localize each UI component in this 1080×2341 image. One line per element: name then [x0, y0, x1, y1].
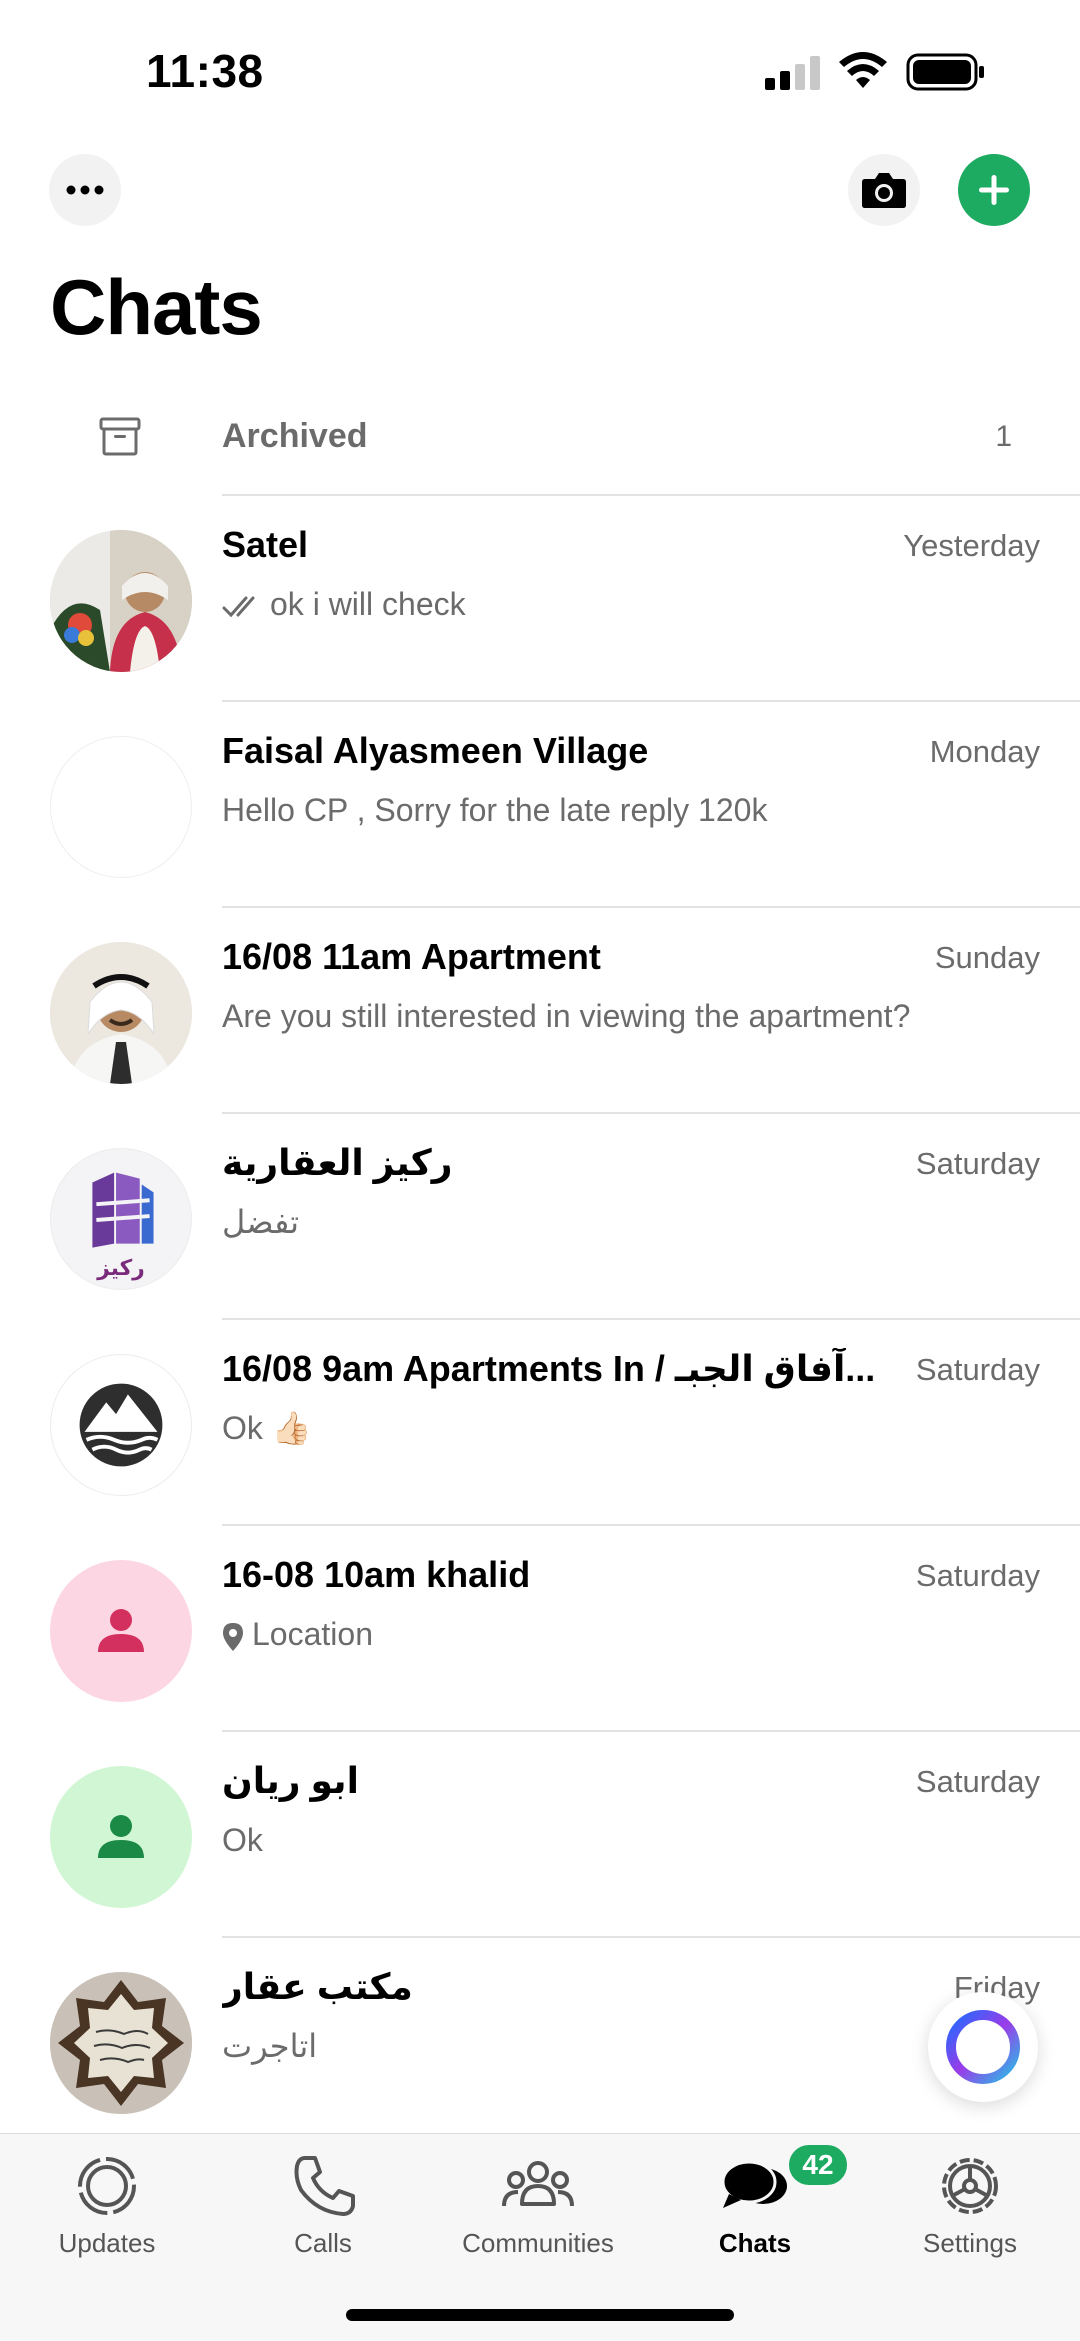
- cellular-signal-icon: [765, 56, 820, 90]
- person-icon: [98, 1815, 144, 1858]
- chat-name: Satel: [222, 524, 309, 565]
- mountain-logo-icon: [79, 1383, 163, 1467]
- archive-box-icon: [99, 417, 141, 456]
- chat-preview-text: ok i will check: [270, 586, 466, 622]
- chat-row[interactable]: 16/08 11am Apartment Sunday Are you stil…: [0, 908, 1080, 1114]
- chat-time: Saturday: [915, 1146, 1040, 1181]
- phone-icon: [294, 2156, 355, 2216]
- contact-photo: [50, 1972, 192, 2114]
- gear-icon: [942, 2158, 998, 2214]
- chat-preview: تفضل: [222, 1204, 300, 1240]
- chat-name: 16-08 10am khalid: [222, 1554, 531, 1595]
- avatar: [50, 1972, 192, 2114]
- chat-preview: Ok: [222, 1822, 263, 1858]
- chat-preview-text: Location: [252, 1616, 373, 1652]
- archived-label: Archived: [222, 417, 368, 455]
- new-chat-button[interactable]: [958, 154, 1030, 226]
- chat-time: Sunday: [934, 940, 1040, 975]
- chat-row[interactable]: ركيز ركيز العقارية Saturday تفضل: [0, 1114, 1080, 1320]
- chat-preview: Hello CP , Sorry for the late reply 120k: [222, 792, 768, 828]
- status-time: 11:38: [146, 45, 264, 97]
- rakeez-logo-text: ركيز: [96, 1256, 144, 1281]
- chats-icon: [721, 2160, 787, 2208]
- updates-icon: [78, 2157, 136, 2215]
- tab-label: Chats: [718, 2228, 792, 2258]
- tab-updates[interactable]: Updates: [7, 2152, 207, 2282]
- rakeez-logo: ركيز: [92, 1172, 154, 1281]
- chat-preview: اتاجرت: [222, 2028, 318, 2064]
- camera-icon: [862, 173, 906, 208]
- tab-label: Updates: [58, 2228, 156, 2258]
- chat-preview: ok i will check: [222, 578, 930, 630]
- ellipsis-icon: [66, 185, 104, 195]
- tab-communities[interactable]: Communities: [438, 2152, 638, 2282]
- avatar: [50, 1766, 192, 1908]
- chat-row[interactable]: مكتب عقار Friday اتاجرت: [0, 1938, 1080, 2144]
- tab-label: Settings: [923, 2228, 1017, 2258]
- avatar: [50, 942, 192, 1084]
- avatar: [50, 1354, 192, 1496]
- chat-name: 16/08 11am Apartment: [222, 936, 601, 977]
- chat-row[interactable]: Satel Yesterday ok i will check: [0, 496, 1080, 702]
- chat-row[interactable]: 16-08 10am khalid Saturday Location: [0, 1526, 1080, 1732]
- avatar: [50, 1560, 192, 1702]
- archived-count: 1: [995, 420, 1012, 453]
- avatar: [50, 530, 192, 672]
- meta-ai-ring-icon: [946, 2010, 1020, 2084]
- chat-time: Saturday: [915, 1558, 1040, 1593]
- chat-row[interactable]: 16/08 9am Apartments In / آفاق الجبـ... …: [0, 1320, 1080, 1526]
- chat-name: مكتب عقار: [222, 1966, 413, 2007]
- chat-time: Yesterday: [903, 528, 1040, 563]
- double-check-icon: [222, 596, 255, 617]
- home-indicator: [346, 2309, 734, 2321]
- avatar: [50, 736, 192, 878]
- location-pin-icon: [223, 1622, 243, 1651]
- tab-settings[interactable]: Settings: [870, 2152, 1070, 2282]
- plus-icon: [979, 175, 1009, 205]
- tab-calls[interactable]: Calls: [223, 2152, 423, 2282]
- communities-icon: [502, 2161, 574, 2207]
- tab-label: Calls: [294, 2228, 352, 2258]
- person-icon: [98, 1609, 144, 1652]
- chat-name: ابو ريان: [222, 1760, 359, 1801]
- avatar: ركيز: [50, 1148, 192, 1290]
- chat-row[interactable]: ابو ريان Saturday Ok: [0, 1732, 1080, 1938]
- chat-name: Faisal Alyasmeen Village: [222, 730, 649, 771]
- chat-time: Monday: [929, 734, 1040, 769]
- more-options-button[interactable]: [49, 154, 121, 226]
- chat-preview: Are you still interested in viewing the …: [222, 998, 911, 1034]
- tab-label: Communities: [462, 2228, 614, 2258]
- status-bar: 11:38: [0, 0, 1080, 140]
- page-title: Chats: [50, 263, 263, 351]
- unread-chats-badge: 42: [786, 2142, 850, 2188]
- chat-time: Saturday: [915, 1352, 1040, 1387]
- chat-row[interactable]: Faisal Alyasmeen Village Monday Hello CP…: [0, 702, 1080, 908]
- chat-preview: Ok 👍🏻: [222, 1410, 312, 1446]
- chat-preview: Location: [222, 1608, 930, 1660]
- wifi-icon: [839, 52, 887, 88]
- meta-ai-button[interactable]: [928, 1992, 1038, 2102]
- chat-list: Satel Yesterday ok i will check Faisal A…: [0, 496, 1080, 2144]
- contact-photo: [50, 942, 192, 1084]
- chat-name: ركيز العقارية: [222, 1142, 453, 1183]
- chat-time: Saturday: [915, 1764, 1040, 1799]
- contact-photo: [50, 530, 192, 672]
- battery-icon: [906, 53, 984, 91]
- camera-button[interactable]: [848, 154, 920, 226]
- chat-name: 16/08 9am Apartments In / آفاق الجبـ...: [222, 1348, 876, 1389]
